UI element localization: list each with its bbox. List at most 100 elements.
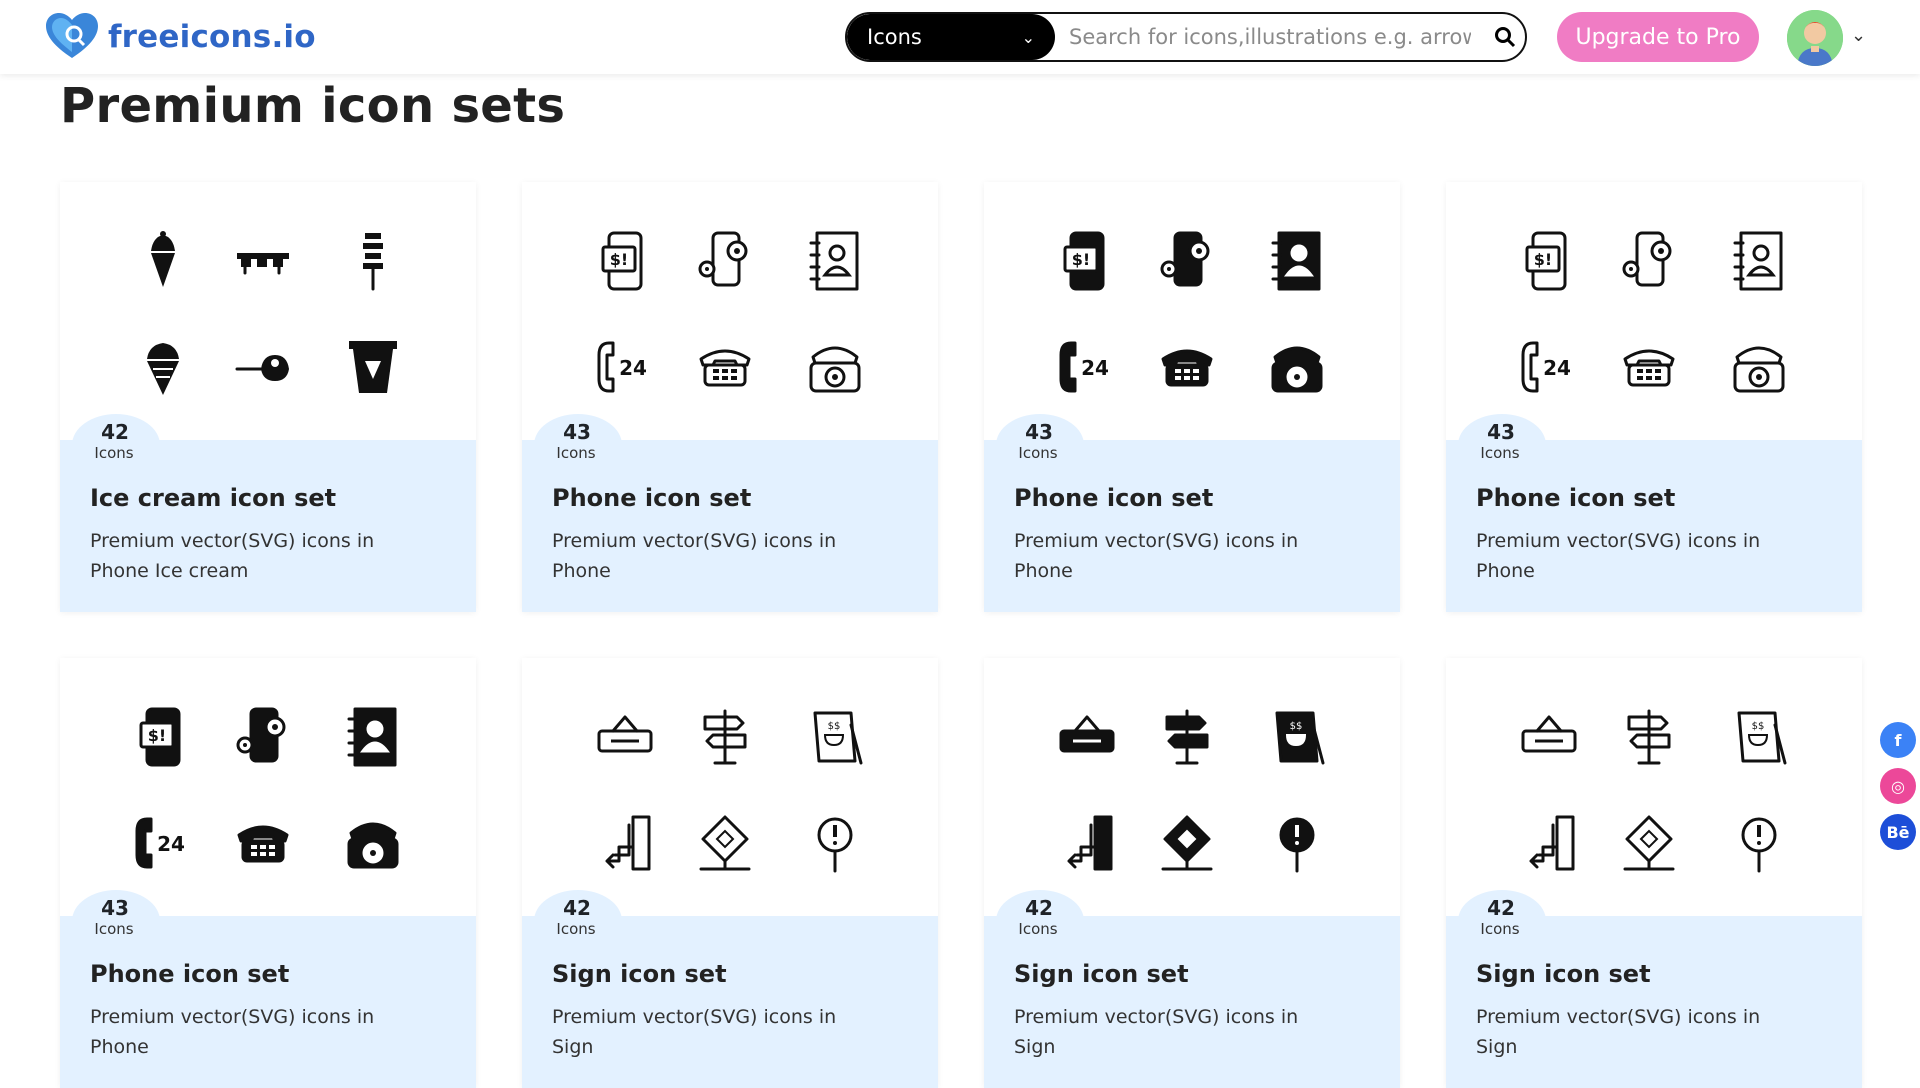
phone24-icon: 24 [590,332,660,402]
icon-count: 43 [101,896,129,920]
svg-text:$$: $$ [1752,721,1765,732]
rotary-icon [1262,332,1332,402]
search-button[interactable] [1485,14,1525,60]
arrow-left-icon [1514,808,1584,878]
phone-gear-icon [690,226,760,296]
card-description: Premium vector(SVG) icons in Phone [1014,530,1299,582]
brand-name: freeicons.io [108,19,316,55]
svg-text:$!: $! [148,726,166,745]
contact-icon [1724,226,1794,296]
svg-text:$!: $! [610,250,628,269]
icon-count: 42 [563,896,591,920]
icon-preview-grid [60,182,476,440]
icon-set-card[interactable]: $$ 42 Icons Sign icon set Premium vector(SVG… [1446,658,1862,1088]
icon-count-label: Icons [94,920,134,938]
icon-set-card[interactable]: 42 Icons Ice cream icon set Premium vector(… [60,182,476,612]
hanging-sign-icon [1052,702,1122,772]
page-title: Premium icon sets [60,78,566,134]
svg-text:24: 24 [157,832,185,856]
phone-dollar-icon: $! [128,702,198,772]
menu-board-icon: $$ [1724,702,1794,772]
phone-dollar-icon: $! [1514,226,1584,296]
account-menu-chevron-icon[interactable]: ⌄ [1851,25,1866,46]
search-bar: Icons ⌄ [845,12,1527,62]
icon-count-label: Icons [1018,444,1058,462]
icon-preview-grid: $! 24 [984,182,1400,440]
contact-icon [338,702,408,772]
contact-icon [800,226,870,296]
icon-count-label: Icons [1480,920,1520,938]
icon-count-label: Icons [1018,920,1058,938]
icon-preview-grid: $$ [522,658,938,916]
icon-count: 43 [563,420,591,444]
card-title: Sign icon set [1014,960,1189,988]
icon-count-label: Icons [94,444,134,462]
phone24-icon: 24 [1052,332,1122,402]
icon-set-card[interactable]: $! 24 43 Icons Phone icon set Premium vector(… [60,658,476,1088]
deskphone-icon [228,808,298,878]
scoop-icon [228,332,298,402]
card-description: Premium vector(SVG) icons in Phone [90,1006,375,1058]
behance-icon[interactable]: Bē [1880,814,1916,850]
cone-icon [128,226,198,296]
card-description: Premium vector(SVG) icons in Phone [552,530,837,582]
card-description: Premium vector(SVG) icons in Sign [1476,1006,1761,1058]
signpost-icon [1614,702,1684,772]
top-navbar: freeicons.io Icons ⌄ Upgrade to Pro ⌄ [0,0,1920,74]
svg-text:24: 24 [619,356,647,380]
icon-count-label: Icons [1480,444,1520,462]
icon-set-card[interactable]: $! 24 43 Icons Phone icon set Premium vector(… [522,182,938,612]
deskphone-icon [1614,332,1684,402]
phone-gear-icon [1152,226,1222,296]
search-input[interactable] [1055,25,1485,49]
rotary-icon [1724,332,1794,402]
svg-text:$$: $$ [1290,721,1303,732]
icon-preview-grid: $$ [984,658,1400,916]
icon-preview-grid: $! 24 [522,182,938,440]
menu-board-icon: $$ [800,702,870,772]
card-title: Ice cream icon set [90,484,337,512]
contact-icon [1262,226,1332,296]
avatar[interactable] [1787,10,1843,66]
facebook-icon[interactable]: f [1880,722,1916,758]
upgrade-button[interactable]: Upgrade to Pro [1557,12,1759,62]
user-avatar-icon [1787,10,1843,66]
deskphone-icon [690,332,760,402]
arrow-left-icon [1052,808,1122,878]
hanging-sign-icon [1514,702,1584,772]
svg-text:$!: $! [1534,250,1552,269]
menu-board-icon: $$ [1262,702,1332,772]
svg-text:$!: $! [1072,250,1090,269]
rotary-icon [338,808,408,878]
card-title: Phone icon set [552,484,752,512]
arrow-left-icon [590,808,660,878]
diamond-icon [1614,808,1684,878]
icon-count: 43 [1025,420,1053,444]
phone24-icon: 24 [128,808,198,878]
icon-set-card[interactable]: $! 24 43 Icons Phone icon set Premium vector(… [1446,182,1862,612]
hanging-sign-icon [590,702,660,772]
search-type-select[interactable]: Icons ⌄ [847,14,1055,60]
svg-text:24: 24 [1543,356,1571,380]
icon-count: 42 [1487,896,1515,920]
chevron-down-icon: ⌄ [1021,27,1035,47]
icon-set-card[interactable]: $! 24 43 Icons Phone icon set Premium vector(… [984,182,1400,612]
icon-preview-grid: $! 24 [60,658,476,916]
cone2-icon [128,332,198,402]
card-title: Sign icon set [552,960,727,988]
card-description: Premium vector(SVG) icons in Phone [1476,530,1761,582]
phone-dollar-icon: $! [590,226,660,296]
brand-logo[interactable]: freeicons.io [44,12,316,62]
icon-set-card[interactable]: $$ 42 Icons Sign icon set Premium vector(SVG… [984,658,1400,1088]
icon-set-card[interactable]: $$ 42 Icons Sign icon set Premium vector(SVG… [522,658,938,1088]
icon-count: 43 [1487,420,1515,444]
icon-preview-grid: $$ [1446,658,1862,916]
phone-gear-icon [228,702,298,772]
dribbble-icon[interactable]: ◎ [1880,768,1916,804]
icon-count-label: Icons [556,920,596,938]
card-description: Premium vector(SVG) icons in Phone Ice c… [90,530,375,582]
shelf-icon [228,226,298,296]
svg-text:$$: $$ [828,721,841,732]
card-title: Phone icon set [1476,484,1676,512]
deskphone-icon [1152,332,1222,402]
